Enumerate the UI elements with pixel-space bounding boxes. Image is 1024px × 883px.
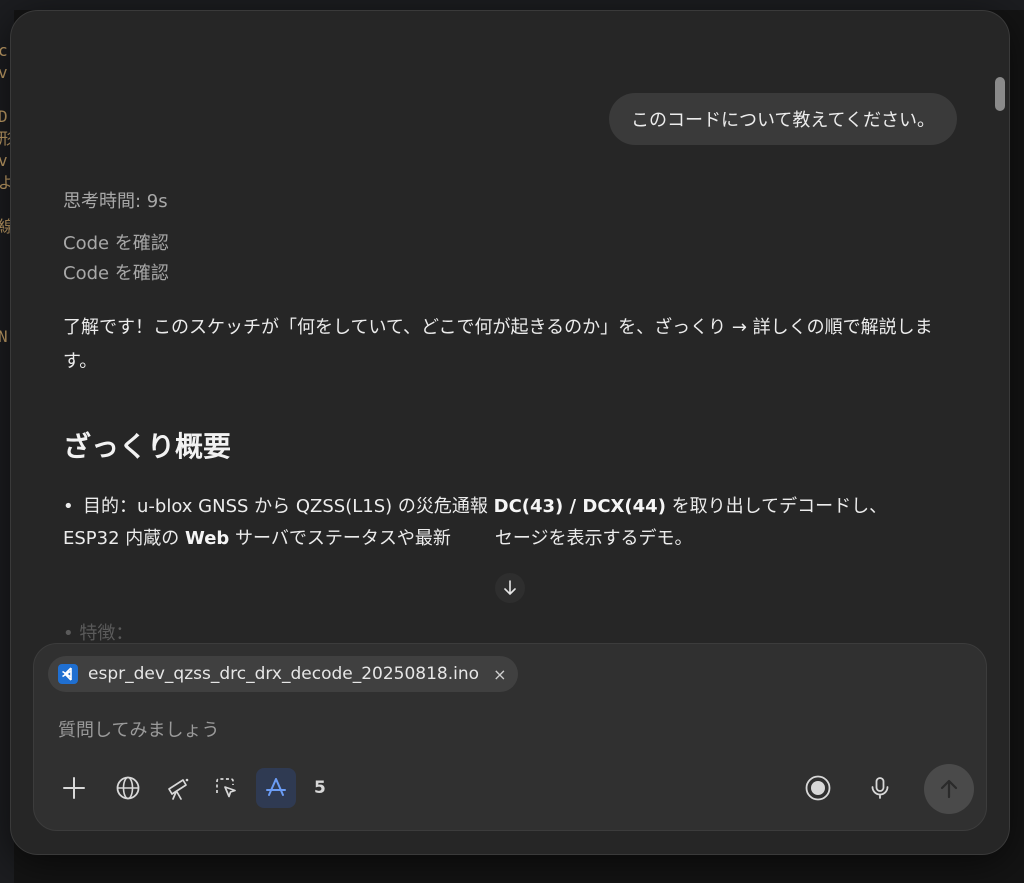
bullet-text: サーバでステータスや最新 [229, 528, 451, 549]
dictate-button[interactable] [860, 768, 900, 808]
thinking-step: Code を確認 [63, 233, 169, 254]
thinking-time-toggle[interactable]: 思考時間: 9s [63, 187, 168, 213]
app-store-icon [266, 778, 286, 796]
attached-file-name: espr_dev_qzss_drc_drx_decode_20250818.in… [88, 664, 480, 684]
plus-icon [63, 777, 85, 799]
vscode-file-icon [58, 664, 78, 684]
remove-attachment-button[interactable]: × [493, 665, 506, 684]
deep-research-button[interactable] [158, 768, 198, 808]
arrow-up-icon [940, 779, 958, 799]
thinking-steps: Code を確認 Code を確認 [63, 229, 169, 289]
globe-icon [116, 776, 140, 800]
cursor-select-icon [216, 778, 236, 798]
telescope-icon [168, 778, 189, 800]
bullet-text: セージを表示するデモ。 [494, 528, 693, 549]
attached-file-chip[interactable]: espr_dev_qzss_drc_drx_decode_20250818.in… [48, 656, 519, 692]
bullet-marker: • [63, 496, 74, 517]
background-window-top [0, 0, 1024, 10]
assistant-intro-paragraph: 了解です！このスケッチが「何をしていて、どこで何が起きるのか」を、ざっくり → … [63, 317, 933, 372]
tools-count: 5 [314, 778, 326, 798]
voice-mode-button[interactable] [798, 768, 838, 808]
bullet-text: を取り出してデコードし、 [665, 496, 888, 517]
faded-list-item: • 特徴： [63, 623, 134, 644]
message-composer: espr_dev_qzss_drc_drx_decode_20250818.in… [33, 643, 987, 831]
chat-window: このコードについて教えてください。 思考時間: 9s Code を確認 Code… [10, 10, 1010, 855]
user-message-bubble: このコードについて教えてください。 [608, 93, 957, 145]
user-message-text: このコードについて教えてください。 [630, 110, 935, 131]
thinking-step: Code を確認 [63, 263, 169, 284]
scroll-to-bottom-button[interactable] [495, 573, 525, 603]
scrollbar-thumb[interactable] [995, 77, 1005, 111]
arrow-down-icon [504, 580, 516, 595]
send-button[interactable] [924, 764, 974, 814]
tools-button-active[interactable] [256, 768, 296, 808]
list-item-purpose: • 目的：u-blox GNSS から QZSS(L1S) の災危通報 DC(43… [63, 491, 943, 555]
bullet-text: ESP32 内蔵の [63, 528, 186, 549]
add-button[interactable] [54, 768, 94, 808]
web-search-button[interactable] [108, 768, 148, 808]
microphone-icon [871, 777, 889, 799]
record-icon [805, 775, 831, 801]
bullet-text: 目的：u-blox GNSS から QZSS(L1S) の災危通報 [83, 496, 494, 517]
section-heading: ざっくり概要 [63, 430, 232, 463]
bullet-bold-text: Web [185, 528, 230, 549]
canvas-button[interactable] [206, 768, 246, 808]
prompt-input[interactable] [56, 714, 760, 746]
bullet-bold-text: DC(43) / DCX(44) [493, 496, 666, 517]
